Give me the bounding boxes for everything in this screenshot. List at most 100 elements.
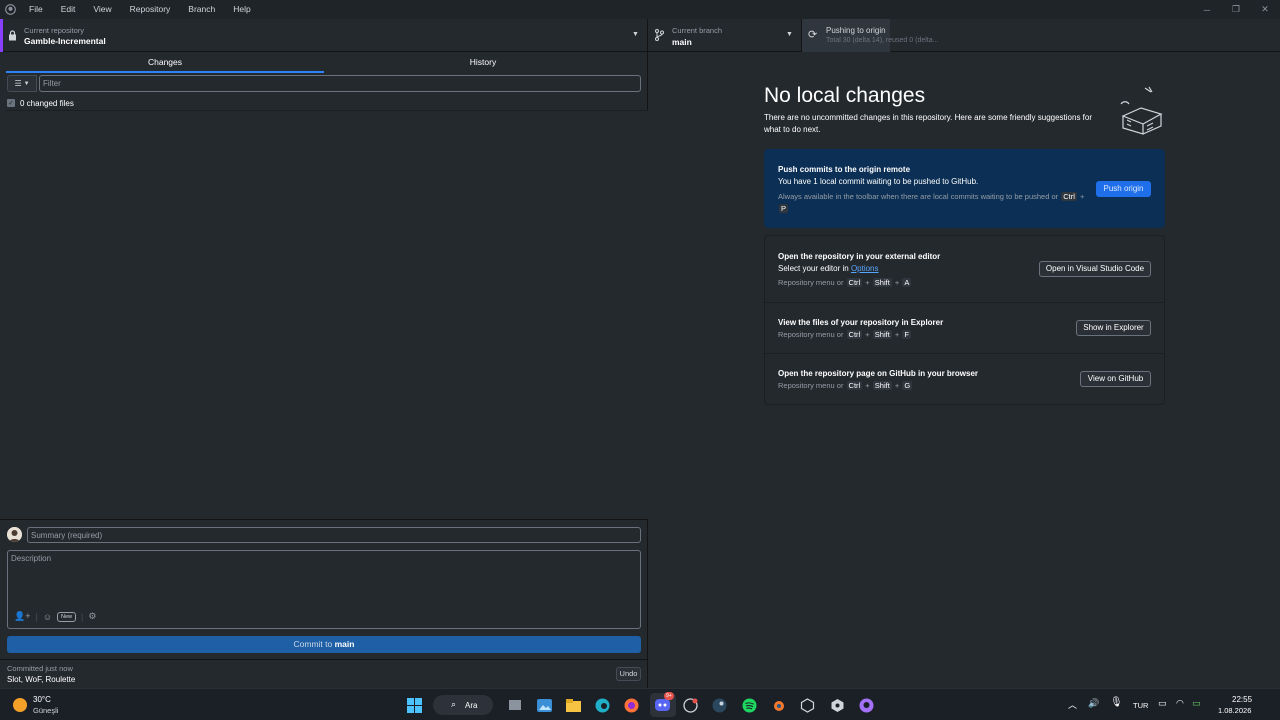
filter-bar: ☰ ▼ (7, 75, 641, 92)
push-title: Pushing to origin (826, 26, 886, 35)
battery-icon[interactable]: ▭ (1192, 698, 1201, 709)
spotify-icon[interactable] (741, 697, 757, 713)
description-box: 👤+ | ☺ New | ⚙ (7, 550, 641, 629)
close-icon[interactable]: ✕ (1250, 0, 1280, 19)
explorer-row-title: View the files of your repository in Exp… (778, 318, 944, 327)
undo-button[interactable]: Undo (616, 667, 641, 681)
github-desktop-icon[interactable] (682, 697, 698, 713)
explorer-row-hint: Repository menu or Ctrl + Shift + F (778, 330, 911, 339)
description-input[interactable] (11, 554, 631, 604)
blender-icon[interactable] (770, 697, 786, 713)
key-a: A (902, 278, 912, 287)
editor-row: Open the repository in your external edi… (765, 236, 1164, 303)
weather-desc: Güneşli (33, 706, 59, 715)
search-label: Ara (465, 701, 478, 710)
tab-changes[interactable]: Changes (6, 54, 324, 73)
microphone-icon[interactable]: 🎙 (1110, 697, 1123, 708)
filter-icon: ☰ (14, 79, 22, 88)
file-explorer-icon[interactable] (565, 697, 581, 713)
key-f: F (902, 330, 911, 339)
branch-selector[interactable]: Current branch main ▼ (648, 19, 802, 52)
commit-button[interactable]: Commit to main (7, 636, 641, 653)
menu-repository[interactable]: Repository (121, 0, 180, 19)
repository-selector[interactable]: Current repository Gamble-Incremental ▼ (0, 19, 648, 52)
discord-taskbar-item[interactable]: 9+ (650, 692, 676, 717)
options-link[interactable]: Options (851, 264, 879, 273)
last-commit-message: Slot, WoF, Roulette (7, 675, 76, 684)
volume-icon[interactable]: 🔊 (1088, 698, 1099, 709)
display-icon[interactable]: ▭ (1158, 698, 1167, 709)
push-card-hint: Always available in the toolbar when the… (778, 192, 1085, 213)
open-in-vscode-button[interactable]: Open in Visual Studio Code (1039, 261, 1151, 277)
unity-hub-icon[interactable] (829, 697, 845, 713)
push-progress-button[interactable]: ⟳ Pushing to origin (802, 19, 890, 52)
select-all-row: ✓ 0 changed files (7, 97, 74, 109)
menu-edit[interactable]: Edit (52, 0, 85, 19)
github-row: Open the repository page on GitHub in yo… (765, 354, 1164, 405)
menu-view[interactable]: View (84, 0, 120, 19)
chevron-up-icon[interactable]: ︿ (1068, 698, 1077, 711)
menu-file[interactable]: File (20, 0, 52, 19)
summary-input[interactable] (27, 527, 641, 543)
changed-files-count: 0 changed files (20, 98, 74, 108)
copilot-icon[interactable]: ☺ (43, 612, 52, 622)
actions-card: Open the repository in your external edi… (764, 235, 1165, 405)
wifi-icon[interactable]: ◠ (1176, 698, 1184, 709)
weather-temp: 30°C (33, 695, 51, 704)
menu-bar: File Edit View Repository Branch Help ─ … (0, 0, 1280, 19)
filter-options-button[interactable]: ☰ ▼ (7, 75, 37, 92)
edge-icon[interactable] (594, 697, 610, 713)
add-coauthor-icon[interactable]: 👤+ (14, 611, 30, 622)
steam-icon[interactable] (711, 697, 727, 713)
github-row-title: Open the repository page on GitHub in yo… (778, 369, 979, 378)
minimize-icon[interactable]: ─ (1192, 0, 1222, 19)
maximize-icon[interactable]: ❐ (1221, 0, 1251, 19)
repo-name: Gamble-Incremental (24, 36, 106, 46)
editor-subtitle-text: Select your editor in (778, 264, 849, 273)
push-suggestion-card: Push commits to the origin remote You ha… (764, 149, 1165, 228)
key-p: P (779, 204, 789, 213)
filter-input[interactable] (39, 75, 641, 92)
editor-row-hint: Repository menu or Ctrl + Shift + A (778, 278, 912, 287)
push-status: Total 30 (delta 14), reused 0 (delta... (826, 37, 939, 44)
photos-icon[interactable] (536, 697, 552, 713)
task-view-icon[interactable] (507, 697, 523, 713)
description-toolbar: 👤+ | ☺ New | ⚙ (14, 611, 96, 622)
clock-date[interactable]: 1.08.2026 (1218, 706, 1251, 715)
push-card-title: Push commits to the origin remote (778, 165, 911, 174)
key-ctrl: Ctrl (846, 381, 863, 390)
key-g: G (902, 381, 913, 390)
branch-icon (655, 29, 664, 43)
select-all-checkbox[interactable]: ✓ (7, 99, 15, 107)
tab-history[interactable]: History (324, 54, 642, 73)
view-on-github-button[interactable]: View on GitHub (1080, 371, 1151, 387)
language-indicator[interactable]: TUR (1133, 701, 1148, 710)
menu-help[interactable]: Help (224, 0, 259, 19)
editor-row-title: Open the repository in your external edi… (778, 252, 941, 261)
new-badge: New (57, 611, 77, 622)
taskbar-search[interactable]: ⌕ Ara (433, 695, 493, 715)
unity-icon[interactable] (799, 697, 815, 713)
menu-branch[interactable]: Branch (179, 0, 224, 19)
sync-icon: ⟳ (808, 29, 818, 41)
gear-icon[interactable]: ⚙ (88, 611, 96, 622)
separator: | (81, 611, 84, 622)
push-origin-button[interactable]: Push origin (1096, 181, 1151, 197)
github-logo-icon (0, 0, 20, 19)
last-commit-bar: Committed just now Slot, WoF, Roulette U… (0, 659, 648, 688)
separator: | (35, 611, 38, 622)
branch-label: Current branch (672, 26, 723, 35)
firefox-icon[interactable] (623, 697, 639, 713)
page-description: There are no uncommitted changes in this… (764, 113, 1093, 134)
key-ctrl: Ctrl (846, 330, 863, 339)
commit-branch: main (334, 639, 355, 649)
windows-start-icon[interactable] (406, 697, 422, 713)
github-row-hint: Repository menu or Ctrl + Shift + G (778, 381, 913, 390)
github-app-icon[interactable] (858, 697, 874, 713)
explorer-hint-text: Repository menu or (778, 330, 844, 339)
search-icon: ⌕ (451, 699, 457, 709)
notification-badge: 9+ (664, 692, 674, 700)
editor-row-subtitle: Select your editor in Options (778, 264, 879, 273)
clock-time[interactable]: 22:55 (1232, 695, 1252, 704)
show-in-explorer-button[interactable]: Show in Explorer (1076, 320, 1151, 336)
